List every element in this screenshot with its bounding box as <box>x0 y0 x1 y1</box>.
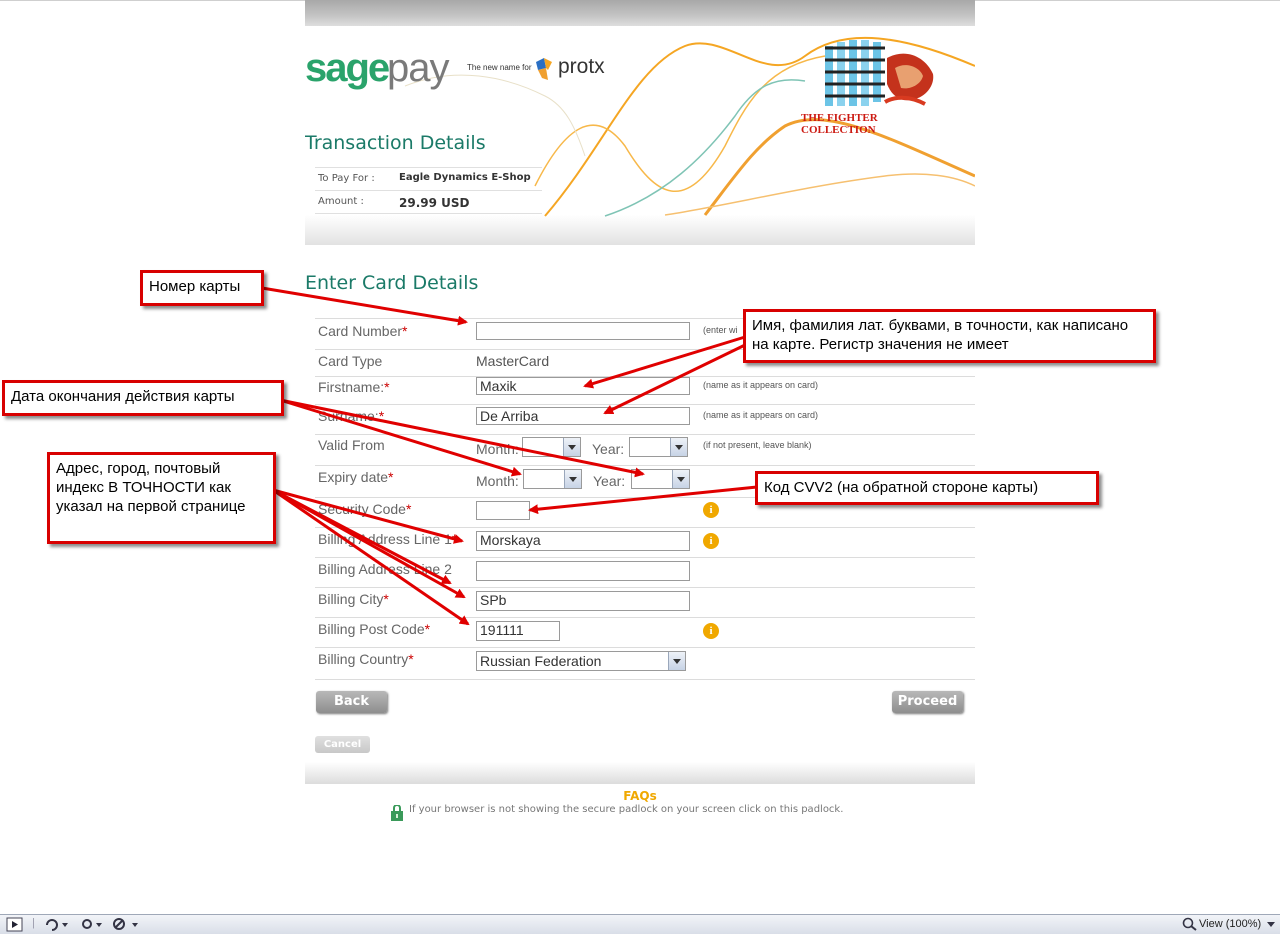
to-pay-for-row: To Pay For : Eagle Dynamics E-Shop <box>315 167 542 191</box>
transaction-details-title: Transaction Details <box>305 132 486 154</box>
card-type-label: Card Type <box>318 353 383 369</box>
annotation-card-number: Номер карты <box>140 270 264 306</box>
cancel-button[interactable]: Cancel <box>315 736 370 753</box>
billing-address-2-input[interactable] <box>476 561 690 581</box>
expiry-year-select[interactable] <box>631 469 690 489</box>
annotation-address: Адрес, город, почтовый индекс В ТОЧНОСТИ… <box>47 452 276 544</box>
post-code-info-icon[interactable]: i <box>703 623 719 639</box>
refresh-icon[interactable] <box>44 918 70 931</box>
transaction-details-table: To Pay For : Eagle Dynamics E-Shop Amoun… <box>315 167 542 214</box>
valid-from-hint: (if not present, leave blank) <box>703 440 812 450</box>
expiry-month-select[interactable] <box>523 469 582 489</box>
sagepay-logo-pay: pay <box>387 46 449 90</box>
to-pay-for-label: To Pay For : <box>318 173 375 184</box>
chevron-down-icon[interactable] <box>1266 921 1276 929</box>
firstname-label: Firstname:* <box>318 379 390 395</box>
card-number-hint: (enter wi <box>703 325 738 335</box>
surname-row: Surname:* De Arriba (name as it appears … <box>315 404 975 435</box>
billing-post-code-label: Billing Post Code* <box>318 621 431 637</box>
play-icon[interactable] <box>6 917 24 932</box>
billing-city-input[interactable]: SPb <box>476 591 690 611</box>
billing-address-1-row: Billing Address Line 1* Morskaya i <box>315 527 975 558</box>
surname-hint: (name as it appears on card) <box>703 410 819 420</box>
security-status-icon[interactable] <box>112 918 142 931</box>
billing-address-2-label: Billing Address Line 2 <box>318 561 452 577</box>
payment-header: sage pay The new name for protx THE FIGH… <box>305 26 975 245</box>
surname-input[interactable]: De Arriba <box>476 407 690 425</box>
firstname-input[interactable]: Maxik <box>476 377 690 395</box>
billing-post-code-input[interactable]: 191111 <box>476 621 560 641</box>
security-code-info-icon[interactable]: i <box>703 502 719 518</box>
to-pay-for-value: Eagle Dynamics E-Shop <box>399 172 531 183</box>
valid-from-year-label: Year: <box>592 441 625 457</box>
valid-from-year-select[interactable] <box>629 437 688 457</box>
amount-row: Amount : 29.99 USD <box>315 191 542 214</box>
proceed-button[interactable]: Proceed <box>892 691 963 713</box>
annotation-cvv: Код CVV2 (на обратной стороне карты) <box>755 471 1099 505</box>
header-fade <box>305 215 975 245</box>
billing-address-info-icon[interactable]: i <box>703 533 719 549</box>
merchant-logo-icon <box>825 40 934 106</box>
browser-status-bar: | View (100%) <box>0 914 1280 934</box>
billing-country-label: Billing Country* <box>318 651 414 667</box>
card-number-label: Card Number* <box>318 323 408 339</box>
amount-value: 29.99 USD <box>399 196 470 210</box>
sagepay-logo-sage: sage <box>305 46 390 90</box>
merchant-name: THE FIGHTER COLLECTION <box>801 112 878 136</box>
valid-from-label: Valid From <box>318 437 385 453</box>
zoom-icon[interactable] <box>1182 917 1198 931</box>
expiry-year-label: Year: <box>593 473 626 489</box>
back-button[interactable]: Back <box>316 691 387 713</box>
padlock-hint-text: If your browser is not showing the secur… <box>409 804 844 815</box>
new-name-for-text: The new name for <box>467 63 532 72</box>
billing-post-code-row: Billing Post Code* 191111 i <box>315 617 975 648</box>
settings-icon[interactable] <box>80 918 106 931</box>
footer-fade <box>305 762 975 784</box>
billing-country-row: Billing Country* Russian Federation <box>315 647 975 680</box>
surname-label: Surname:* <box>318 408 385 424</box>
billing-address-2-row: Billing Address Line 2 <box>315 557 975 588</box>
card-number-input[interactable] <box>476 322 690 340</box>
card-type-value: MasterCard <box>476 353 550 369</box>
annotation-expiry: Дата окончания действия карты <box>2 380 284 416</box>
firstname-row: Firstname:* Maxik (name as it appears on… <box>315 376 975 405</box>
billing-city-row: Billing City* SPb <box>315 587 975 618</box>
annotation-name: Имя, фамилия лат. буквами, в точности, к… <box>743 309 1156 363</box>
padlock-icon[interactable] <box>390 805 404 821</box>
firstname-hint: (name as it appears on card) <box>703 380 819 390</box>
billing-address-1-label: Billing Address Line 1* <box>318 531 458 547</box>
amount-label: Amount : <box>318 196 364 207</box>
zoom-level[interactable]: View (100%) <box>1199 918 1261 930</box>
security-code-input[interactable] <box>476 501 530 520</box>
expiry-date-label: Expiry date* <box>318 469 394 485</box>
valid-from-month-label: Month: <box>476 441 519 457</box>
chevron-down-icon <box>670 438 687 456</box>
protx-logo-text: protx <box>558 55 605 78</box>
billing-city-label: Billing City* <box>318 591 389 607</box>
enter-card-details-title: Enter Card Details <box>305 272 479 294</box>
protx-logo-icon <box>536 58 552 80</box>
billing-country-value: Russian Federation <box>480 653 602 669</box>
billing-country-select[interactable]: Russian Federation <box>476 651 686 671</box>
page-top-bar <box>305 0 975 26</box>
billing-address-1-input[interactable]: Morskaya <box>476 531 690 551</box>
chevron-down-icon <box>672 470 689 488</box>
valid-from-row: Valid From Month: Year: (if not present,… <box>315 434 975 466</box>
expiry-month-label: Month: <box>476 473 519 489</box>
chevron-down-icon <box>563 438 580 456</box>
chevron-down-icon <box>564 470 581 488</box>
security-code-label: Security Code* <box>318 501 412 517</box>
chevron-down-icon <box>668 652 685 670</box>
valid-from-month-select[interactable] <box>522 437 581 457</box>
faqs-link[interactable]: FAQs <box>305 789 975 803</box>
